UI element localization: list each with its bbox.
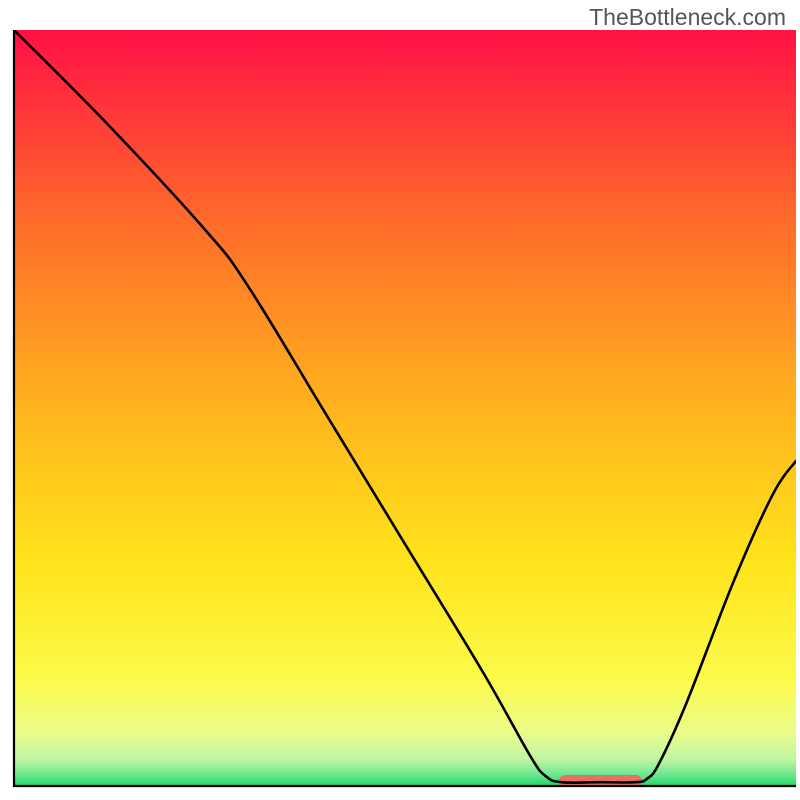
chart-container: { "watermark": "TheBottleneck.com", "cha… [0,0,800,800]
bottleneck-chart [0,0,800,800]
watermark-text: TheBottleneck.com [589,4,786,31]
gradient-background [14,30,796,786]
